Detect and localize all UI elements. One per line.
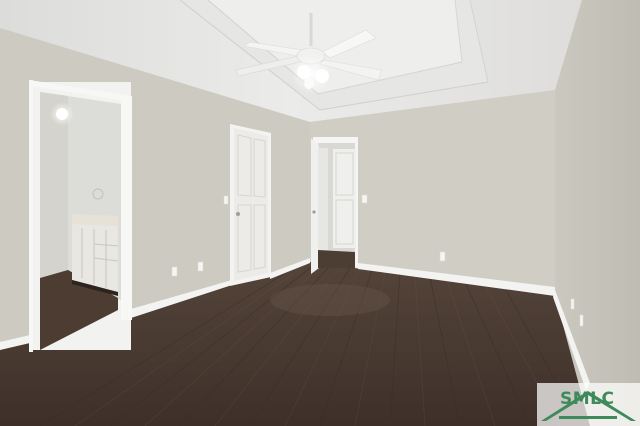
bathroom-doorway — [29, 80, 132, 352]
room-photo: SMLC — [0, 0, 640, 426]
closet-door — [230, 124, 271, 286]
door-knob — [236, 212, 240, 216]
bathroom-vanity — [72, 214, 119, 296]
hallway-doorway — [311, 137, 358, 274]
watermark-text: SMLC — [560, 389, 615, 409]
watermark-logo: SMLC — [537, 383, 640, 426]
